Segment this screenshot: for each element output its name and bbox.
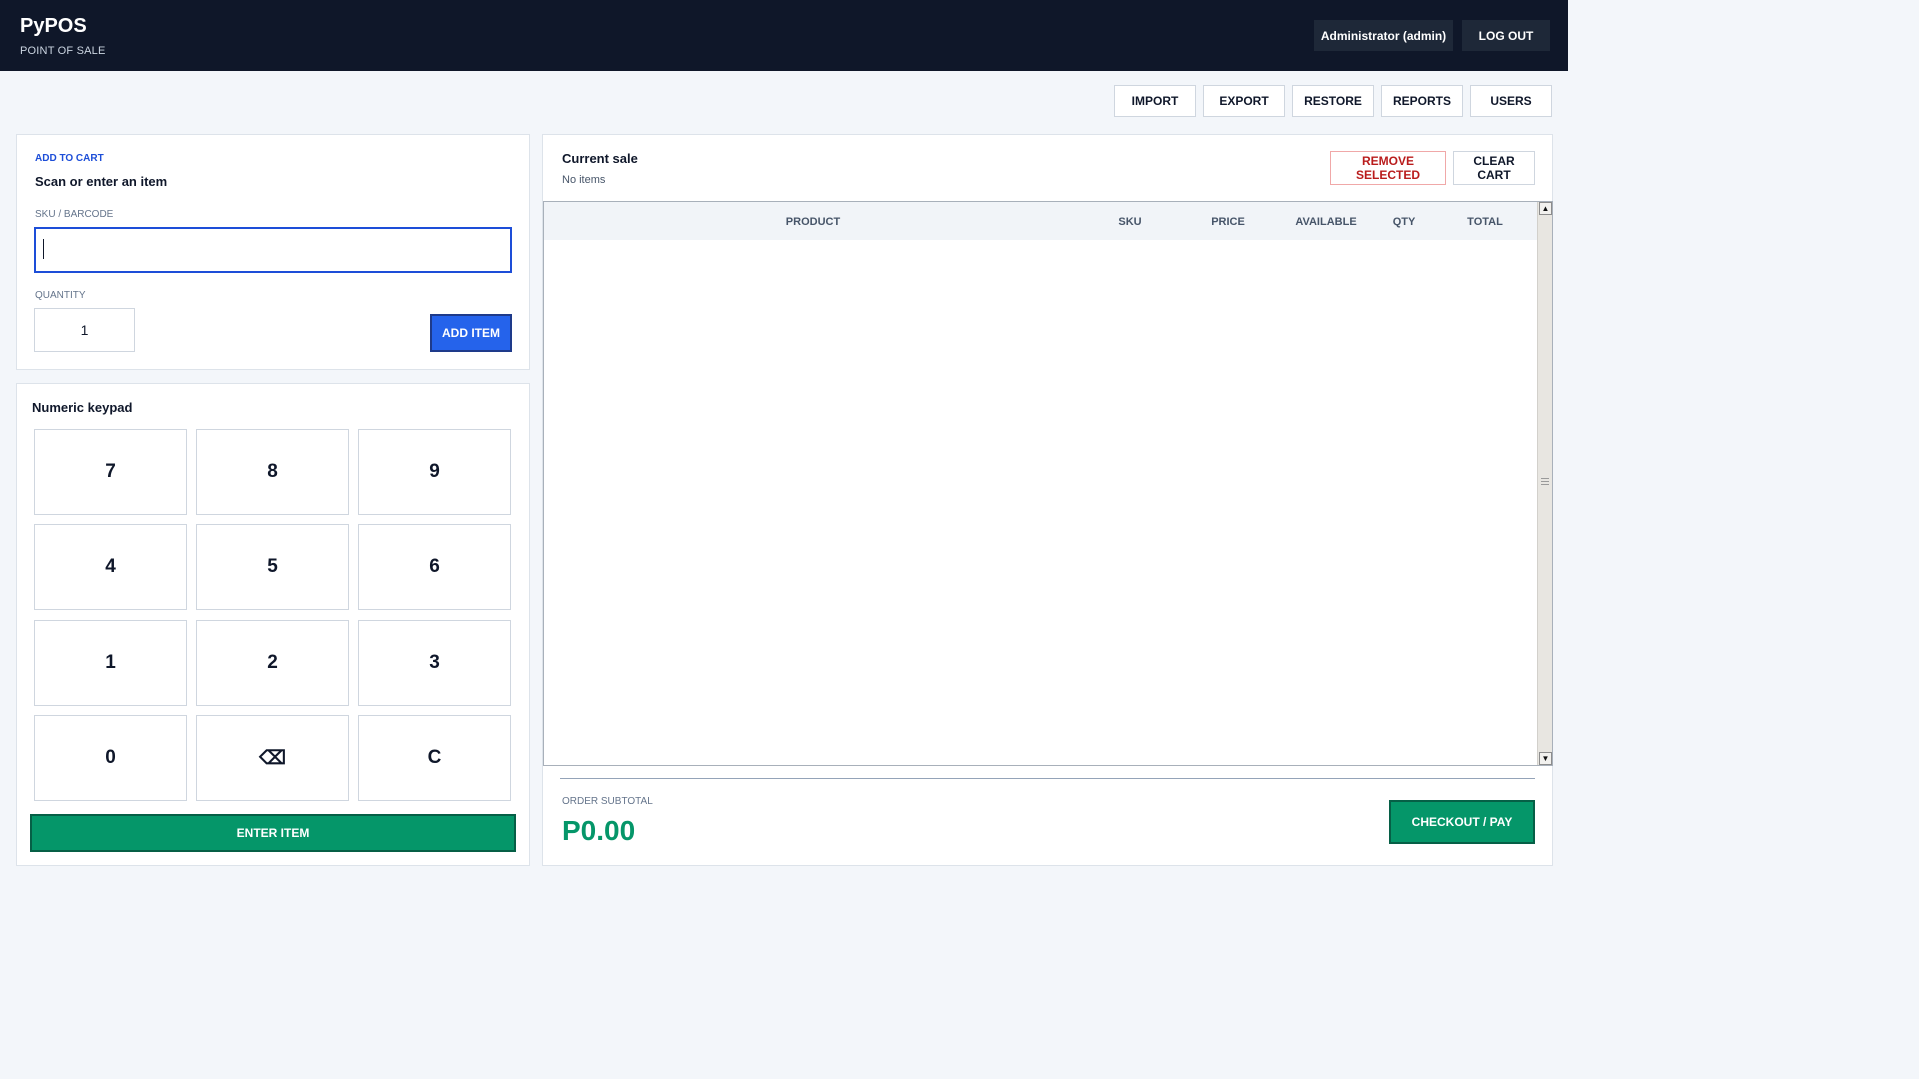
top-bar: PyPOS POINT OF SALE Administrator (admin… (0, 0, 1568, 71)
enter-item-button[interactable]: ENTER ITEM (30, 814, 516, 852)
scroll-grip-icon (1541, 478, 1549, 485)
quantity-label: QUANTITY (35, 290, 86, 301)
sku-input[interactable] (34, 227, 512, 273)
scroll-down-arrow-icon[interactable]: ▼ (1539, 752, 1552, 765)
keypad-key-3[interactable]: 3 (358, 620, 511, 706)
keypad-key-8[interactable]: 8 (196, 429, 349, 515)
sku-label: SKU / BARCODE (35, 209, 114, 220)
keypad-key-6[interactable]: 6 (358, 524, 511, 610)
remove-selected-button[interactable]: REMOVE SELECTED (1330, 151, 1446, 185)
import-button[interactable]: IMPORT (1114, 85, 1196, 117)
subtotal-divider (560, 778, 1535, 779)
clear-cart-button[interactable]: CLEAR CART (1453, 151, 1535, 185)
column-header-available[interactable]: AVAILABLE (1295, 216, 1356, 228)
column-header-product[interactable]: PRODUCT (786, 216, 840, 228)
order-subtotal-value: P0.00 (562, 815, 636, 846)
order-subtotal-label: ORDER SUBTOTAL (562, 796, 653, 807)
column-header-qty[interactable]: QTY (1393, 216, 1416, 228)
user-account-button[interactable]: Administrator (admin) (1314, 20, 1453, 51)
column-header-sku[interactable]: SKU (1118, 216, 1141, 228)
app-subtitle: POINT OF SALE (20, 45, 106, 57)
reports-button[interactable]: REPORTS (1381, 85, 1463, 117)
users-button[interactable]: USERS (1470, 85, 1552, 117)
app-title: PyPOS (20, 15, 87, 37)
column-header-price[interactable]: PRICE (1211, 216, 1245, 228)
cart-table-header: PRODUCT SKU PRICE AVAILABLE QTY TOTAL (544, 202, 1537, 240)
clear-key[interactable]: C (358, 715, 511, 801)
column-header-total[interactable]: TOTAL (1467, 216, 1503, 228)
restore-button[interactable]: RESTORE (1292, 85, 1374, 117)
logout-button[interactable]: LOG OUT (1462, 20, 1550, 51)
keypad-key-1[interactable]: 1 (34, 620, 187, 706)
keypad-key-5[interactable]: 5 (196, 524, 349, 610)
keypad-key-9[interactable]: 9 (358, 429, 511, 515)
text-caret (43, 239, 44, 259)
add-item-button[interactable]: ADD ITEM (430, 314, 512, 352)
cart-table[interactable]: PRODUCT SKU PRICE AVAILABLE QTY TOTAL ▲ … (543, 201, 1553, 766)
keypad-key-7[interactable]: 7 (34, 429, 187, 515)
backspace-key[interactable]: ⌫ (196, 715, 349, 801)
scroll-up-arrow-icon[interactable]: ▲ (1539, 202, 1552, 215)
add-to-cart-label: ADD TO CART (35, 153, 104, 164)
cart-item-count: No items (562, 174, 606, 186)
scan-heading: Scan or enter an item (35, 174, 168, 189)
quantity-input[interactable] (34, 308, 135, 352)
current-sale-title: Current sale (562, 151, 638, 166)
keypad-key-4[interactable]: 4 (34, 524, 187, 610)
vertical-scrollbar[interactable]: ▲ ▼ (1537, 202, 1552, 765)
keypad-key-0[interactable]: 0 (34, 715, 187, 801)
checkout-button[interactable]: CHECKOUT / PAY (1389, 800, 1535, 844)
keypad-heading: Numeric keypad (32, 400, 133, 415)
keypad-key-2[interactable]: 2 (196, 620, 349, 706)
export-button[interactable]: EXPORT (1203, 85, 1285, 117)
